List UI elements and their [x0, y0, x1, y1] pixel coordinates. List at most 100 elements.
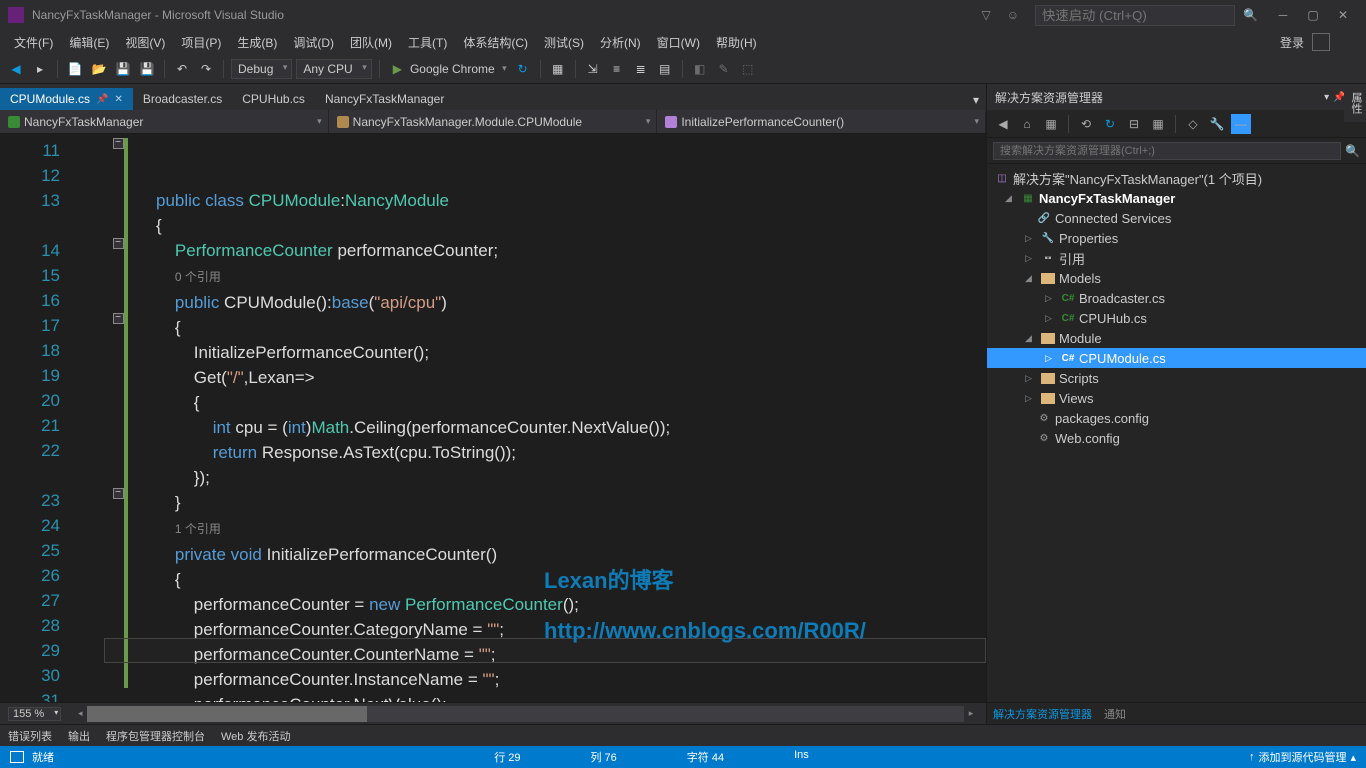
tb-icon-2[interactable]: ⇲ — [583, 59, 603, 79]
solution-tree[interactable]: ◫解决方案"NancyFxTaskManager"(1 个项目) ◢▦Nancy… — [987, 164, 1366, 702]
menu-tools[interactable]: 工具(T) — [400, 32, 455, 53]
toggle-icon[interactable]: ⟲ — [1076, 114, 1096, 134]
avatar-icon[interactable] — [1312, 33, 1330, 51]
tree-properties[interactable]: ▷🔧Properties — [987, 228, 1366, 248]
tree-cpumodule[interactable]: ▷C#CPUModule.cs — [987, 348, 1366, 368]
menu-window[interactable]: 窗口(W) — [649, 32, 708, 53]
nav-project-combo[interactable]: NancyFxTaskManager — [0, 110, 329, 133]
search-icon[interactable]: 🔍 — [1243, 8, 1258, 22]
tb-icon-5[interactable]: ▤ — [655, 59, 675, 79]
forward-button[interactable]: ▸ — [30, 59, 50, 79]
tb-icon-1[interactable]: ▦ — [548, 59, 568, 79]
menu-edit[interactable]: 编辑(E) — [61, 32, 117, 53]
menu-team[interactable]: 团队(M) — [342, 32, 400, 53]
tb-icon-3[interactable]: ≡ — [607, 59, 627, 79]
tab-cpuhub[interactable]: CPUHub.cs — [232, 88, 315, 110]
menu-debug[interactable]: 调试(D) — [285, 32, 342, 53]
home-icon[interactable]: ⌂ — [1017, 114, 1037, 134]
tree-models[interactable]: ◢Models — [987, 268, 1366, 288]
code-editor[interactable]: 111213 141516171819202122 23242526272829… — [0, 134, 986, 702]
menu-project[interactable]: 项目(P) — [173, 32, 229, 53]
horizontal-scrollbar[interactable]: ◂ ▸ — [73, 706, 978, 722]
tab-cpumodule[interactable]: CPUModule.cs📌✕ — [0, 88, 133, 110]
vs-logo-icon — [8, 7, 24, 23]
code-content[interactable]: public class CPUModule:NancyModule { Per… — [104, 134, 986, 702]
menubar: 文件(F) 编辑(E) 视图(V) 项目(P) 生成(B) 调试(D) 团队(M… — [0, 30, 1366, 54]
status-source[interactable]: 添加到源代码管理 — [1258, 749, 1346, 765]
scroll-thumb[interactable] — [87, 706, 367, 722]
panel-tab-explorer[interactable]: 解决方案资源管理器 — [993, 706, 1092, 722]
save-all-button[interactable]: 💾 — [137, 59, 157, 79]
tree-cpuhub[interactable]: ▷C#CPUHub.cs — [987, 308, 1366, 328]
preview-icon[interactable]: — — [1231, 114, 1251, 134]
tree-module[interactable]: ◢Module — [987, 328, 1366, 348]
close-button[interactable]: ✕ — [1328, 3, 1358, 27]
side-tab-properties[interactable]: 属性 — [1344, 84, 1366, 122]
platform-combo[interactable]: Any CPU — [296, 59, 371, 79]
pin-icon[interactable]: 📌 — [96, 94, 108, 105]
menu-build[interactable]: 生成(B) — [229, 32, 285, 53]
csharp-icon — [8, 116, 20, 128]
panel-menu-icon[interactable]: ▾ — [1324, 92, 1329, 103]
solution-search-input[interactable] — [993, 142, 1341, 160]
back-icon[interactable]: ◀ — [993, 114, 1013, 134]
tree-broadcaster[interactable]: ▷C#Broadcaster.cs — [987, 288, 1366, 308]
refresh-button[interactable]: ↻ — [513, 59, 533, 79]
login-link[interactable]: 登录 — [1280, 34, 1304, 51]
bottom-tab-pmc[interactable]: 程序包管理器控制台 — [106, 728, 205, 744]
sync-icon[interactable]: ▦ — [1041, 114, 1061, 134]
open-button[interactable]: 📂 — [89, 59, 109, 79]
tree-connected[interactable]: 🔗Connected Services — [987, 208, 1366, 228]
menu-arch[interactable]: 体系结构(C) — [455, 32, 536, 53]
start-debug-button[interactable]: Google Chrome — [387, 60, 509, 78]
config-combo[interactable]: Debug — [231, 59, 292, 79]
tree-packages[interactable]: ⚙packages.config — [987, 408, 1366, 428]
back-button[interactable]: ◀ — [6, 59, 26, 79]
tabs-dropdown[interactable]: ▾ — [966, 90, 986, 110]
menu-test[interactable]: 测试(S) — [536, 32, 592, 53]
tb-icon-8[interactable]: ⬚ — [738, 59, 758, 79]
panel-tab-notify[interactable]: 通知 — [1104, 706, 1126, 722]
code-icon[interactable]: ◇ — [1183, 114, 1203, 134]
refresh-icon[interactable]: ↻ — [1100, 114, 1120, 134]
undo-button[interactable]: ↶ — [172, 59, 192, 79]
menu-view[interactable]: 视图(V) — [117, 32, 173, 53]
properties-icon[interactable]: 🔧 — [1207, 114, 1227, 134]
tree-webconfig[interactable]: ⚙Web.config — [987, 428, 1366, 448]
menu-help[interactable]: 帮助(H) — [708, 32, 765, 53]
tree-views[interactable]: ▷Views — [987, 388, 1366, 408]
zoom-combo[interactable]: 155 % — [8, 707, 61, 721]
new-button[interactable]: 📄 — [65, 59, 85, 79]
menu-analyze[interactable]: 分析(N) — [592, 32, 649, 53]
feedback-icon[interactable]: ☺ — [1007, 8, 1019, 22]
chevron-up-icon[interactable]: ▴ — [1350, 751, 1356, 764]
tb-icon-7[interactable]: ✎ — [714, 59, 734, 79]
tree-refs[interactable]: ▷▪▪引用 — [987, 248, 1366, 268]
search-icon[interactable]: 🔍 — [1345, 144, 1360, 158]
nav-class-combo[interactable]: NancyFxTaskManager.Module.CPUModule — [329, 110, 658, 133]
status-ready: 就绪 — [32, 749, 54, 765]
minimize-button[interactable]: ─ — [1268, 3, 1298, 27]
save-button[interactable]: 💾 — [113, 59, 133, 79]
redo-button[interactable]: ↷ — [196, 59, 216, 79]
bottom-tab-output[interactable]: 输出 — [68, 728, 90, 744]
bottom-tab-errors[interactable]: 错误列表 — [8, 728, 52, 744]
close-icon[interactable]: ✕ — [114, 94, 122, 105]
tree-scripts[interactable]: ▷Scripts — [987, 368, 1366, 388]
bottom-tab-publish[interactable]: Web 发布活动 — [221, 728, 290, 744]
tab-broadcaster[interactable]: Broadcaster.cs — [133, 88, 232, 110]
collapse-icon[interactable]: ⊟ — [1124, 114, 1144, 134]
tree-solution[interactable]: ◫解决方案"NancyFxTaskManager"(1 个项目) — [987, 168, 1366, 188]
tb-icon-6[interactable]: ◧ — [690, 59, 710, 79]
show-all-icon[interactable]: ▦ — [1148, 114, 1168, 134]
scroll-left-arrow[interactable]: ◂ — [73, 706, 87, 722]
flag-icon[interactable]: ▽ — [982, 8, 991, 22]
scroll-right-arrow[interactable]: ▸ — [964, 706, 978, 722]
menu-file[interactable]: 文件(F) — [6, 32, 61, 53]
nav-method-combo[interactable]: InitializePerformanceCounter() — [657, 110, 986, 133]
maximize-button[interactable]: ▢ — [1298, 3, 1328, 27]
tab-nancyfx[interactable]: NancyFxTaskManager — [315, 88, 454, 110]
quick-launch-input[interactable] — [1035, 5, 1235, 26]
tree-project[interactable]: ◢▦NancyFxTaskManager — [987, 188, 1366, 208]
tb-icon-4[interactable]: ≣ — [631, 59, 651, 79]
